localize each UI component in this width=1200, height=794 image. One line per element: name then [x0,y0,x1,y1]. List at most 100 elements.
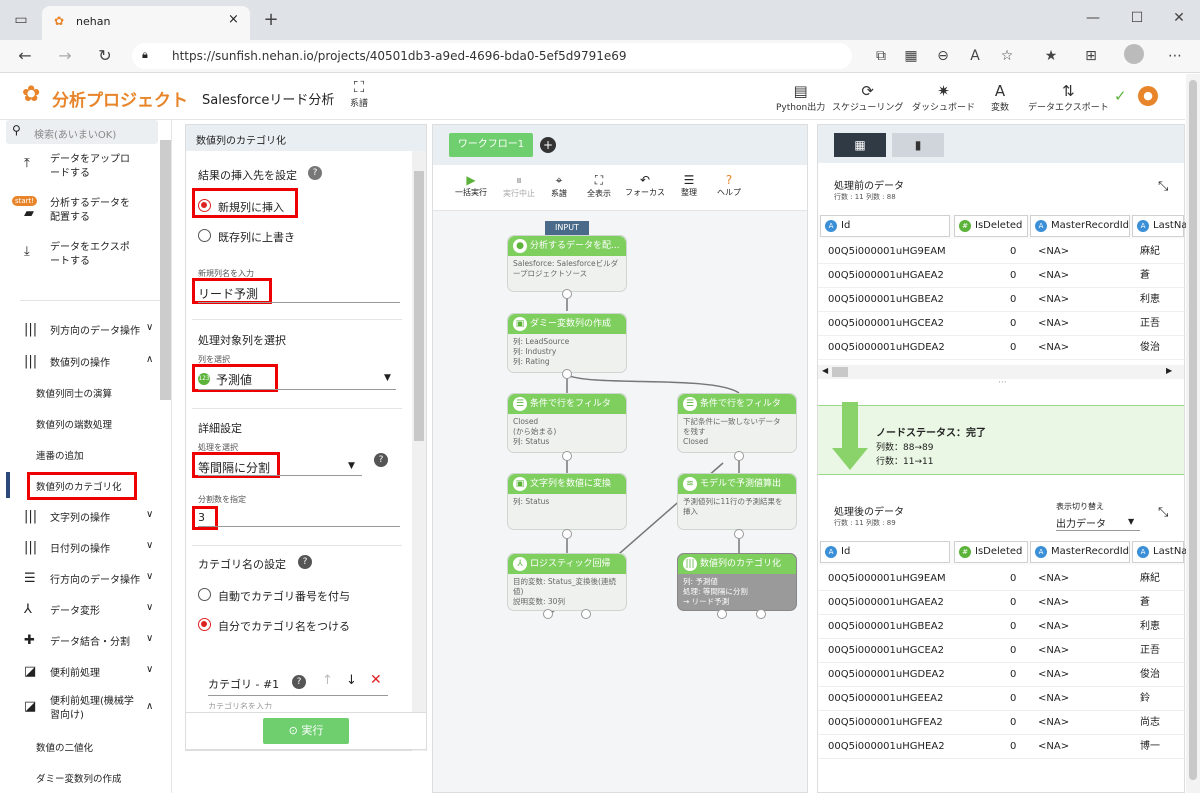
sidebar-item-upload[interactable]: ⤒ データをアップロードする [0,152,160,186]
data-export-button[interactable]: ⇅ データエクスポート [1028,82,1109,113]
python-export-button[interactable]: ▤ Python出力 [776,82,825,113]
category-name-input[interactable]: カテゴリ名を入力 [208,701,272,709]
sidebar-item-ml-prep[interactable]: ◪ 便利前処理(機械学習向け) ∧ [0,695,160,725]
column-header[interactable]: # IsDeleted [954,541,1028,563]
add-favorite-icon[interactable]: ☆ [996,46,1018,66]
sidebar-search[interactable]: ⚲ 検索(あいまいOK) [6,120,158,144]
sidebar-item-string-ops[interactable]: ||| 文字列の操作 ∨ [0,509,160,525]
column-header[interactable]: A Id [820,541,950,563]
window-close-icon[interactable]: ✕ [1168,8,1190,28]
sidebar-item-column-ops[interactable]: ||| 列方向のデータ操作 ∨ [0,322,160,338]
sidebar-item-convenient[interactable]: ◪ 便利前処理 ∨ [0,664,160,680]
workflow-node[interactable]: ☰ 条件で行をフィルタ Closed (から始まる) 列: Status [507,393,627,453]
app-available-icon[interactable]: ⧉ [870,46,892,66]
table-view-icon[interactable]: ▦ [834,133,886,157]
help-icon[interactable]: ? [374,453,388,467]
workflow-node[interactable]: ☰ 条件で行をフィルタ 下記条件に一致しないデータ を残す Closed [677,393,797,453]
sidebar-item-join-split[interactable]: ✚ データ結合・分割 ∨ [0,633,160,649]
node-port[interactable] [562,451,572,461]
scroll-thumb[interactable] [1189,80,1197,780]
workflow-node[interactable]: ⅄ ロジスティック回帰 目的変数: Status_変換後(連続 値) 説明変数: 30… [507,553,627,611]
sidebar-subitem[interactable]: 連番の追加 [36,448,84,462]
help-icon[interactable]: ? [298,555,312,569]
project-name[interactable]: Salesforceリード分析 [202,89,334,108]
node-port[interactable] [734,529,744,539]
radio-auto-name[interactable] [198,588,211,601]
sidebar-subitem[interactable]: 数値列の端数処理 [36,417,112,431]
node-port[interactable] [734,451,744,461]
panel-scrollbar[interactable] [412,151,426,751]
sidebar-scrollbar[interactable] [160,140,171,400]
target-select[interactable]: 予測値 [216,371,252,388]
user-icon[interactable]: ● [1138,86,1158,106]
help-icon[interactable]: ? [308,166,322,180]
collections-icon[interactable]: ⊞ [1080,46,1102,66]
workflow-node-selected[interactable]: ||| 数値列のカテゴリ化 列: 予測値 処理: 等間隔に分割 → リード予測 [677,553,797,611]
column-header[interactable]: A LastNam [1132,541,1197,563]
radio-new-column[interactable] [198,199,211,212]
help-icon[interactable]: ? [292,675,306,689]
column-header[interactable]: A MasterRecordId [1030,541,1130,563]
workflow-node[interactable]: ● 分析するデータを配... Salesforce: Salesforceビルダー… [507,235,627,292]
minimize-icon[interactable]: — [1082,8,1104,28]
zoom-out-icon[interactable]: ⊖ [932,46,954,66]
dropdown-arrow-icon[interactable]: ▼ [348,461,355,471]
chart-view-icon[interactable]: ▮ [892,133,944,157]
dropdown-arrow-icon[interactable]: ▼ [384,373,391,383]
node-port[interactable] [717,609,727,619]
output-toggle-select[interactable]: 出力データ [1056,515,1106,530]
dropdown-arrow-icon[interactable]: ▼ [1128,517,1134,526]
read-aloud-icon[interactable]: A [964,46,986,66]
workflow-node[interactable]: ▣ 文字列を数値に変換 列: Status [507,473,627,530]
divisions-input[interactable]: 3 [198,511,205,524]
sidebar-subitem[interactable]: 数値列同士の演算 [36,386,112,400]
delete-icon[interactable]: ✕ [370,672,382,688]
grid-icon[interactable]: ▦ [900,46,922,66]
node-port[interactable] [562,529,572,539]
forward-icon[interactable]: → [54,46,76,66]
workflow-node[interactable]: ≋ モデルで予測値算出 予測値列に11行の予測結果を 挿入 [677,473,797,530]
column-header[interactable]: A Id [820,215,950,237]
arrow-up-icon[interactable]: ↑ [322,673,333,688]
more-icon[interactable]: ⋯ [1164,46,1186,66]
scroll-thumb[interactable] [414,171,424,441]
variables-button[interactable]: A 変数 [991,82,1009,113]
node-port[interactable] [562,369,572,379]
sidebar-item-place-data[interactable]: start! ▰ 分析するデータを配置する [0,196,160,230]
process-select[interactable]: 等間隔に分割 [198,459,270,476]
profile-avatar[interactable] [1124,44,1144,64]
sidebar-item-row-ops[interactable]: ☰ 行方向のデータ操作 ∨ [0,571,160,587]
arrow-down-icon[interactable]: ↓ [346,673,357,688]
node-port[interactable] [543,609,553,619]
sidebar-subitem[interactable]: 数値の二値化 [36,740,93,754]
page-scrollbar[interactable] [1186,74,1200,793]
horizontal-scrollbar[interactable]: ◀ ▶ [818,365,1184,379]
url-field[interactable]: 🔒︎ https://sunfish.nehan.io/projects/405… [132,43,852,69]
column-header[interactable]: A MasterRecordId [1030,215,1130,237]
lineage-button[interactable]: ⛶ 系譜 [350,78,368,109]
sidebar-item-numeric-ops[interactable]: ||| 数値列の操作 ∧ [0,354,160,370]
radio-custom-name[interactable] [198,618,211,631]
scroll-thumb[interactable] [832,367,848,377]
sidebar-subitem[interactable]: ダミー変数列の作成 [36,771,122,785]
new-col-input[interactable]: リード予測 [198,285,258,302]
column-header[interactable]: # IsDeleted [954,215,1028,237]
reload-icon[interactable]: ↻ [94,46,116,66]
tab-close-icon[interactable]: × [228,12,239,27]
search-input[interactable]: 検索(あいまいOK) [34,126,116,141]
sidebar-item-date-ops[interactable]: ||| 日付列の操作 ∨ [0,540,160,556]
resize-handle-icon[interactable]: ··· [998,378,1007,388]
expand-icon[interactable]: ⤡ [1158,505,1168,520]
scheduling-button[interactable]: ⟳ スケジューリング [832,82,903,113]
back-icon[interactable]: ← [14,46,36,66]
column-header[interactable]: A LastNa [1132,215,1187,237]
workflow-canvas[interactable]: ワークフロー1 + ▶ 一括実行 ⏸ 実行中止 ⌖ 系譜 ⛶ 全表示 ↶ フォーカス ☰ 整… [432,124,808,793]
dashboard-button[interactable]: ✷ ダッシュボード [912,82,975,113]
radio-overwrite[interactable] [198,229,211,242]
node-port[interactable] [581,609,591,619]
node-port[interactable] [562,289,572,299]
sidebar-subitem-active[interactable]: 数値列のカテゴリ化 [36,479,122,493]
tab-actions-icon[interactable]: ▭ [10,10,32,30]
favorites-icon[interactable]: ★ [1040,46,1062,66]
maximize-icon[interactable]: ☐ [1126,8,1148,28]
